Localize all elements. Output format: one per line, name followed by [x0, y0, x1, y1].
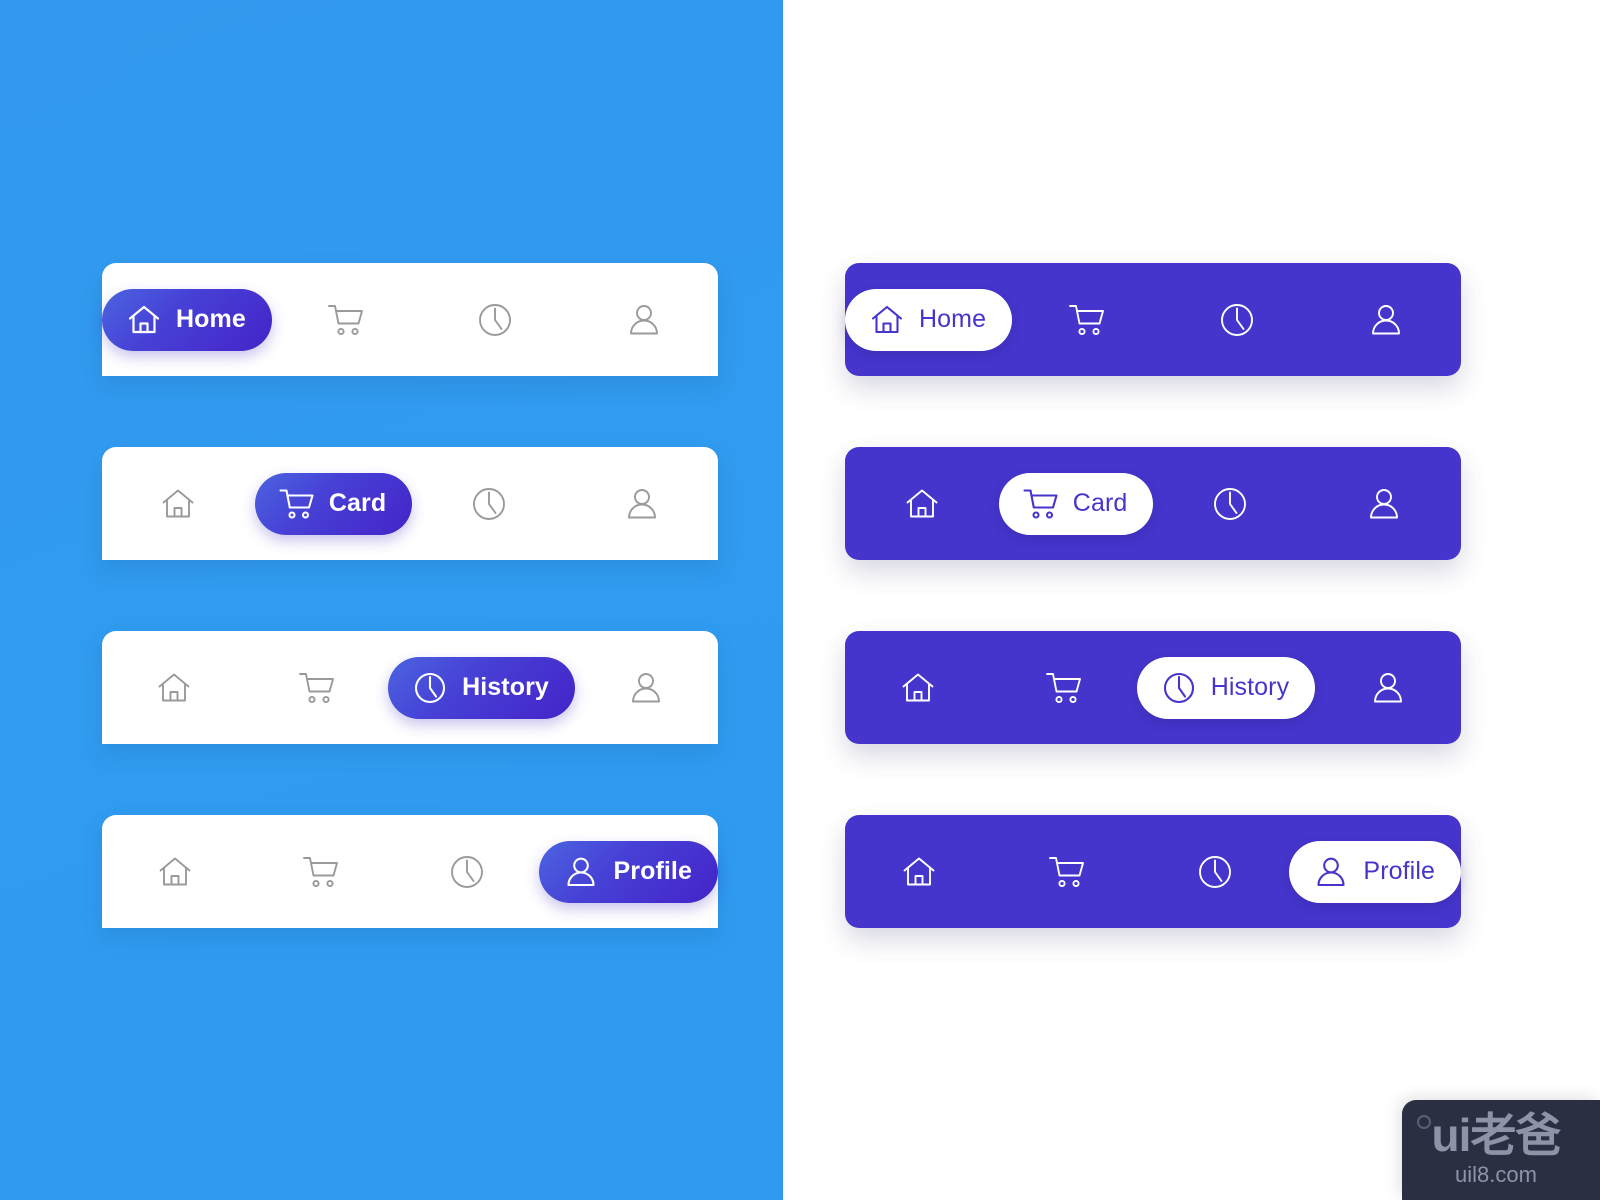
watermark-title: ui老爸: [1431, 1109, 1562, 1161]
navbar-light-profile: Profile: [102, 815, 718, 928]
active-pill-card[interactable]: Card: [998, 472, 1154, 535]
nav-item-card[interactable]: Card: [254, 447, 413, 560]
shopping-cart-icon: [296, 667, 338, 709]
nav-item-home[interactable]: [102, 815, 248, 928]
nav-item-card[interactable]: [248, 815, 394, 928]
home-icon: [157, 483, 199, 525]
active-pill-history[interactable]: History: [1136, 656, 1316, 719]
nav-item-profile[interactable]: [1307, 447, 1461, 560]
home-icon: [901, 483, 943, 525]
nav-item-card[interactable]: Card: [998, 447, 1154, 560]
clock-icon: [1209, 483, 1251, 525]
nav-item-history[interactable]: [412, 447, 565, 560]
user-icon: [1311, 852, 1351, 892]
nav-item-home[interactable]: Home: [845, 263, 1013, 376]
home-icon: [898, 851, 940, 893]
clock-icon: [446, 851, 488, 893]
nav-item-home[interactable]: [845, 631, 991, 744]
clock-icon: [410, 668, 450, 708]
shopping-cart-icon: [325, 299, 367, 341]
clock-icon: [468, 483, 510, 525]
user-icon: [1365, 299, 1407, 341]
home-icon: [124, 300, 164, 340]
nav-item-card[interactable]: [272, 263, 421, 376]
nav-item-profile[interactable]: [1315, 631, 1461, 744]
light-theme-panel: [0, 0, 783, 1200]
navbar-dark-card: Card: [845, 447, 1461, 560]
nav-label-profile: Profile: [613, 857, 692, 885]
shopping-cart-icon: [1066, 299, 1108, 341]
nav-label-home: Home: [919, 305, 987, 333]
nav-item-card[interactable]: [991, 631, 1137, 744]
active-pill-profile[interactable]: Profile: [1289, 840, 1461, 903]
nav-item-home[interactable]: Home: [102, 263, 272, 376]
nav-item-history[interactable]: [394, 815, 540, 928]
home-icon: [154, 851, 196, 893]
navbar-dark-home: Home: [845, 263, 1461, 376]
user-icon: [623, 299, 665, 341]
screenshot-canvas: Home Card History Profile Home Card Hist…: [0, 0, 1600, 1200]
nav-item-history[interactable]: [1162, 263, 1312, 376]
nav-item-card[interactable]: [1012, 263, 1162, 376]
nav-item-home[interactable]: [845, 447, 999, 560]
user-icon: [561, 852, 601, 892]
navbar-light-home: Home: [102, 263, 718, 376]
watermark-badge: ui老爸 uil8.com: [1402, 1100, 1600, 1200]
active-pill-history[interactable]: History: [388, 656, 575, 719]
nav-item-home[interactable]: [102, 631, 245, 744]
nav-item-profile[interactable]: [565, 447, 718, 560]
user-icon: [621, 483, 663, 525]
shopping-cart-icon: [277, 484, 317, 524]
clock-icon: [474, 299, 516, 341]
nav-item-profile[interactable]: [569, 263, 718, 376]
home-icon: [897, 667, 939, 709]
shopping-cart-icon: [1043, 667, 1085, 709]
navbar-dark-profile: Profile: [845, 815, 1461, 928]
active-pill-card[interactable]: Card: [254, 472, 413, 535]
shopping-cart-icon: [1021, 484, 1061, 524]
nav-item-history[interactable]: [1153, 447, 1307, 560]
nav-label-home: Home: [176, 305, 246, 333]
nav-item-home[interactable]: [845, 815, 993, 928]
clock-icon: [1216, 299, 1258, 341]
home-icon: [867, 300, 907, 340]
nav-item-history[interactable]: History: [1136, 631, 1316, 744]
home-icon: [153, 667, 195, 709]
dark-theme-panel: [783, 0, 1600, 1200]
nav-item-profile[interactable]: Profile: [539, 815, 718, 928]
nav-label-card: Card: [328, 489, 387, 517]
clock-icon: [1159, 668, 1199, 708]
nav-item-profile[interactable]: Profile: [1289, 815, 1461, 928]
user-icon: [1367, 667, 1409, 709]
clock-icon: [1194, 851, 1236, 893]
nav-item-profile[interactable]: [1311, 263, 1461, 376]
nav-item-history[interactable]: [421, 263, 570, 376]
nav-label-history: History: [462, 673, 549, 701]
nav-item-profile[interactable]: [575, 631, 718, 744]
shopping-cart-icon: [300, 851, 342, 893]
user-icon: [625, 667, 667, 709]
navbar-dark-history: History: [845, 631, 1461, 744]
nav-item-history[interactable]: [1141, 815, 1289, 928]
navbar-light-card: Card: [102, 447, 718, 560]
nav-label-history: History: [1210, 673, 1290, 701]
nav-item-card[interactable]: [245, 631, 388, 744]
nav-item-card[interactable]: [993, 815, 1141, 928]
user-icon: [1363, 483, 1405, 525]
nav-label-card: Card: [1072, 489, 1128, 517]
watermark-url: uil8.com: [1455, 1162, 1537, 1187]
shopping-cart-icon: [1046, 851, 1088, 893]
active-pill-profile[interactable]: Profile: [539, 840, 718, 903]
nav-item-history[interactable]: History: [388, 631, 575, 744]
active-pill-home[interactable]: Home: [102, 288, 272, 351]
navbar-light-history: History: [102, 631, 718, 744]
nav-label-profile: Profile: [1363, 857, 1435, 885]
nav-item-home[interactable]: [102, 447, 255, 560]
active-pill-home[interactable]: Home: [845, 288, 1013, 351]
